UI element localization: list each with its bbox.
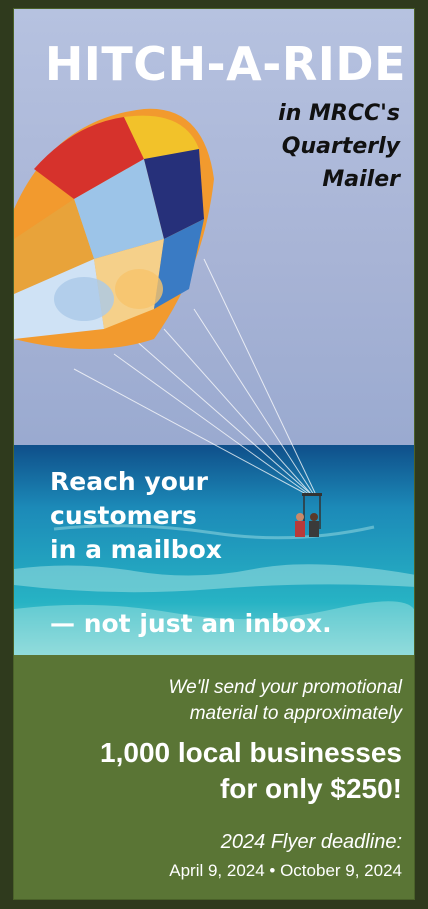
reach-line: customers <box>50 501 197 530</box>
subtitle-line: in MRCC's <box>278 101 400 126</box>
headline-subtitle: in MRCC's Quarterly Mailer <box>180 97 400 196</box>
offer-panel: We'll send your promotional material to … <box>14 655 414 899</box>
reach-line: in a mailbox <box>50 535 222 564</box>
offer-price: for only $250! <box>219 773 402 804</box>
subtitle-line: Mailer <box>322 167 400 192</box>
headline-title: HITCH-A-RIDE <box>44 37 406 91</box>
tagline: — not just an inbox. <box>50 609 332 638</box>
promo-line: material to approximately <box>189 703 402 724</box>
deadline-label: 2024 Flyer deadline: <box>220 831 402 853</box>
reach-message: Reach your customers in a mailbox <box>50 465 310 567</box>
subtitle-line: Quarterly <box>281 134 400 159</box>
deadline-dates: April 9, 2024 • October 9, 2024 <box>169 861 402 880</box>
offer-highlight: 1,000 local businesses <box>100 737 402 768</box>
flyer: HITCH-A-RIDE in MRCC's Quarterly Mailer … <box>13 8 415 900</box>
reach-line: Reach your <box>50 467 208 496</box>
promo-line: We'll send your promotional <box>168 677 402 698</box>
